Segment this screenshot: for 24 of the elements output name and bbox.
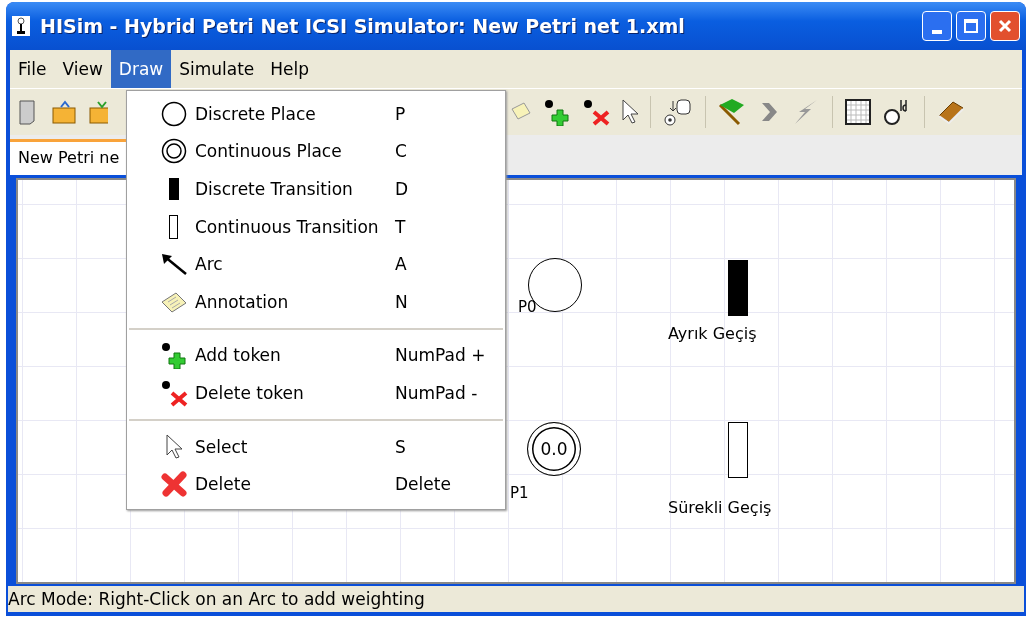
menu-item[interactable]: Simulate — [171, 50, 263, 88]
menu-item[interactable]: Continuous Place C — [127, 132, 505, 171]
continuous-place[interactable]: 0.0 — [527, 422, 581, 476]
place-label: P0 — [518, 298, 537, 316]
place-label: P1 — [510, 484, 529, 502]
menu-item[interactable]: Delete token NumPad - — [127, 374, 505, 412]
menu-item[interactable]: Discrete Transition D — [127, 170, 505, 208]
window-title: HISim - Hybrid Petri Net ICSI Simulator: New Petri net 1.xml — [40, 15, 686, 37]
menu-item[interactable]: File — [10, 50, 55, 88]
transition-label: Ayrık Geçiş — [668, 324, 757, 343]
menu-item[interactable]: Draw — [110, 50, 172, 88]
menu-item[interactable]: Delete Delete — [127, 465, 505, 503]
menu-item[interactable]: Help — [262, 50, 318, 88]
status-text: Arc Mode: Right-Click on an Arc to add weighting — [8, 589, 425, 609]
transition-label: Sürekli Geçiş — [668, 498, 772, 517]
menu-item[interactable]: Select S — [127, 427, 505, 466]
menu-item[interactable]: Arc A — [127, 245, 505, 283]
menu-item[interactable]: Add token NumPad + — [127, 336, 505, 375]
place-value: 0.0 — [540, 439, 568, 459]
menu-item[interactable]: Annotation N — [127, 282, 505, 321]
document-tab[interactable]: New Petri ne — [10, 139, 128, 175]
menu-item[interactable]: View — [54, 50, 111, 88]
menu-item[interactable]: Discrete Place P — [127, 95, 505, 133]
menu-item[interactable]: Continuous Transition T — [127, 207, 505, 246]
